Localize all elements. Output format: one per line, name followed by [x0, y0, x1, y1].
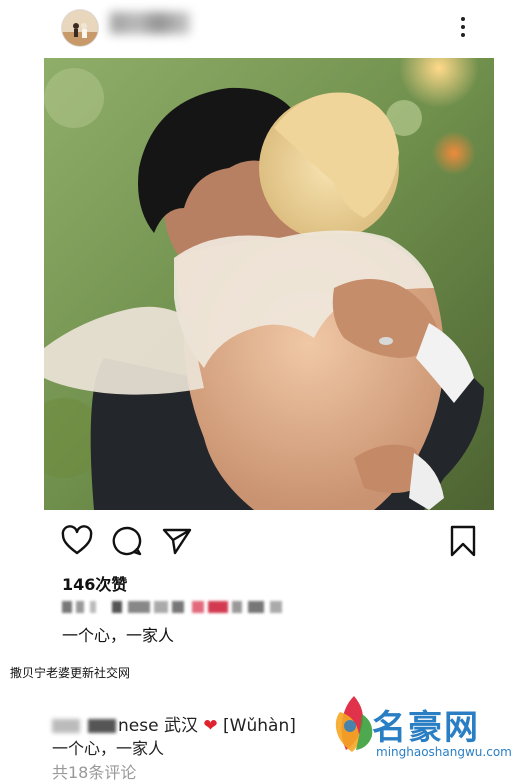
post-photo[interactable] — [44, 58, 494, 510]
heart-outline-icon[interactable] — [60, 524, 94, 558]
post-caption: 一个心，一家人 — [62, 626, 175, 645]
username-blurred[interactable] — [110, 12, 190, 34]
comment-pinyin: [Wǔhàn] — [223, 716, 296, 736]
comment-location: 武汉 — [163, 716, 198, 736]
article-note: 撒贝宁老婆更新社交网 — [10, 666, 131, 680]
red-heart-icon: ❤ — [203, 716, 218, 736]
avatar[interactable] — [62, 10, 98, 46]
comment-author-row[interactable]: nese 武汉 ❤ [Wǔhàn] — [52, 711, 296, 736]
watermark-logo-icon — [335, 696, 373, 752]
bookmark-icon[interactable] — [446, 524, 480, 558]
watermark-url: minghaoshangwu.com — [376, 745, 512, 759]
mosaic-redacted-text — [62, 598, 282, 616]
watermark-brand: 名豪网 — [372, 708, 480, 748]
speech-bubble-icon[interactable] — [110, 524, 144, 558]
view-all-comments-link[interactable]: 共18条评论 — [52, 759, 136, 783]
redacted-name-part — [52, 719, 80, 733]
post-header — [0, 0, 523, 56]
likes-count[interactable]: 146次赞 — [62, 571, 127, 595]
paper-plane-icon[interactable] — [160, 524, 194, 558]
comment-author-suffix: nese — [118, 716, 159, 736]
redacted-name-part — [88, 719, 116, 733]
vertical-ellipsis-icon[interactable] — [454, 14, 472, 44]
comment-text: 一个心，一家人 — [52, 739, 165, 758]
